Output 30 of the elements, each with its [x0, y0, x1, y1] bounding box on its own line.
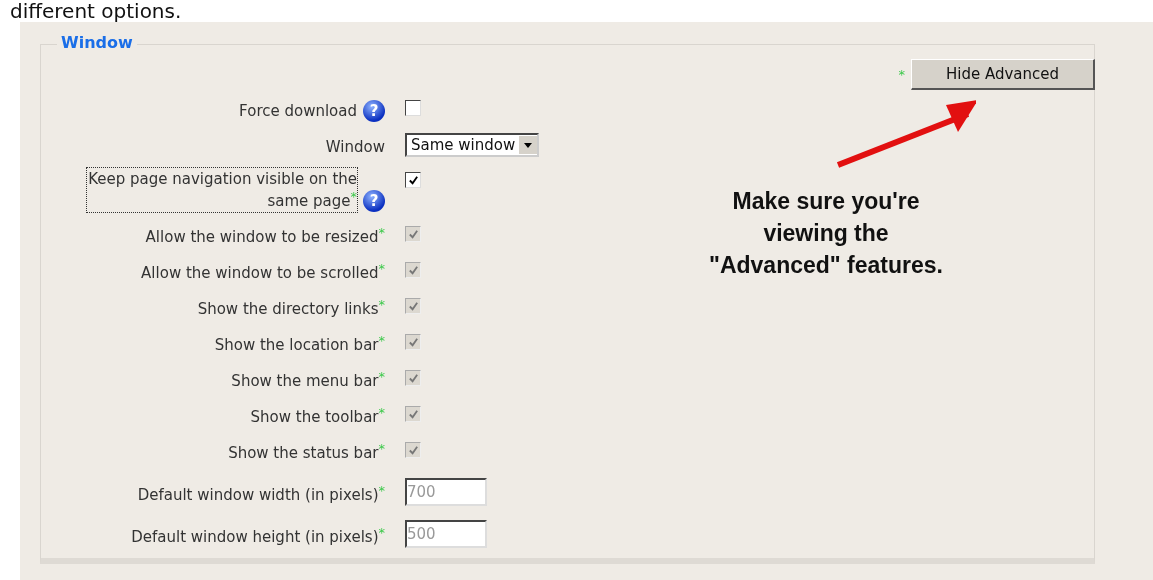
field-label: Force download [239, 101, 357, 122]
field-label: Keep page navigation visible on the same page* [87, 168, 357, 212]
help-icon[interactable]: ? [363, 100, 385, 122]
required-mark: * [898, 67, 905, 82]
check-icon [407, 372, 419, 384]
intro-text: different options. [9, 0, 183, 22]
field-label: Show the location bar* [214, 334, 385, 356]
hide-advanced-button[interactable]: Hide Advanced [911, 59, 1095, 90]
check-icon [407, 444, 419, 456]
checkbox[interactable] [405, 172, 421, 188]
check-icon [407, 300, 419, 312]
field-label: Default window width (in pixels)* [137, 484, 385, 506]
check-icon [407, 408, 419, 420]
help-icon[interactable]: ? [363, 190, 385, 212]
check-icon [407, 174, 419, 186]
field-label: Window [325, 137, 385, 158]
caret-icon [524, 142, 533, 148]
check-icon [407, 336, 419, 348]
field-label: Show the menu bar* [231, 370, 385, 392]
field-label: Default window height (in pixels)* [131, 526, 385, 548]
annotation-text: Make sure you're viewing the "Advanced" features. [708, 187, 944, 280]
field-label: Allow the window to be resized* [145, 226, 385, 248]
field-label: Allow the window to be scrolled* [141, 262, 385, 284]
field-label: Show the status bar* [228, 442, 385, 464]
checkbox[interactable] [405, 100, 421, 116]
check-icon [407, 228, 419, 240]
check-icon [407, 264, 419, 276]
window-dropdown[interactable]: Same window [405, 133, 540, 157]
field-label: Show the directory links* [197, 298, 385, 320]
field-label: Show the toolbar* [250, 406, 385, 428]
